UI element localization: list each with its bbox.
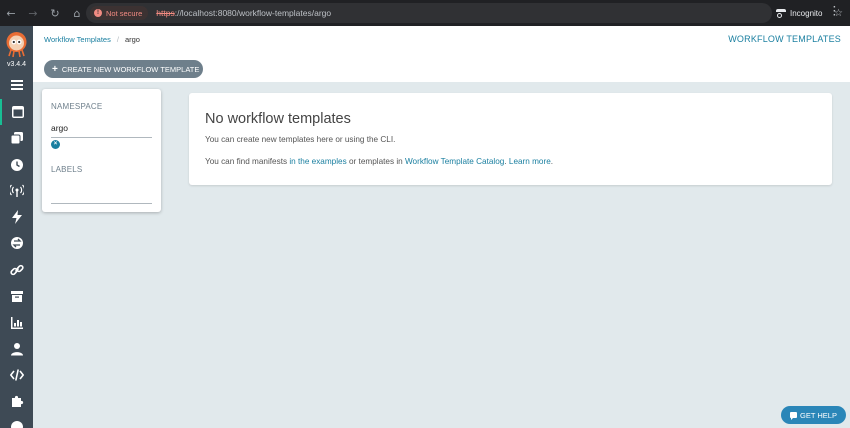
back-button[interactable]: ← xyxy=(0,0,22,26)
nav-webhooks-icon[interactable] xyxy=(0,257,33,283)
nav-archived-workflows-icon[interactable] xyxy=(0,283,33,309)
reload-button[interactable]: ↻ xyxy=(44,0,66,26)
breadcrumb-separator: / xyxy=(116,35,119,44)
argo-logo xyxy=(6,32,27,57)
nav-cluster-workflow-templates-icon[interactable] xyxy=(0,125,33,151)
home-button[interactable]: ⌂ xyxy=(66,0,88,26)
learn-more-link[interactable]: Learn more xyxy=(509,157,551,166)
nav-api-docs-icon[interactable] xyxy=(0,362,33,388)
nav-workflow-templates-icon[interactable] xyxy=(0,99,33,125)
nav-reports-icon[interactable] xyxy=(0,310,33,336)
namespace-input[interactable]: argo xyxy=(51,122,152,138)
page-title: WORKFLOW TEMPLATES xyxy=(728,34,841,44)
incognito-label: Incognito xyxy=(790,8,823,18)
address-bar[interactable]: ! Not secure https://localhost:8080/work… xyxy=(86,3,843,23)
forward-icon: → xyxy=(28,6,38,20)
plus-icon: + xyxy=(52,63,58,75)
browser-menu-icon[interactable]: · · · xyxy=(833,3,836,21)
incognito-indicator[interactable]: Incognito xyxy=(776,5,822,21)
reload-icon: ↻ xyxy=(50,6,60,20)
incognito-icon xyxy=(776,9,786,18)
home-icon: ⌂ xyxy=(73,6,81,20)
clear-namespace-icon[interactable]: × xyxy=(51,140,60,149)
nav-sensors-icon[interactable] xyxy=(0,204,33,230)
namespace-label: NAMESPACE xyxy=(51,102,103,111)
breadcrumb-workflow-templates-link[interactable]: Workflow Templates xyxy=(44,35,111,44)
template-catalog-link[interactable]: Workflow Template Catalog xyxy=(405,157,504,166)
filter-panel: NAMESPACE argo × LABELS xyxy=(42,89,161,212)
url-text[interactable]: https://localhost:8080/workflow-template… xyxy=(156,8,331,18)
security-label: Not secure xyxy=(106,8,143,18)
breadcrumb-current: argo xyxy=(124,35,140,44)
warning-icon: ! xyxy=(94,9,102,17)
labels-input[interactable] xyxy=(51,191,152,204)
get-help-label: GET HELP xyxy=(800,410,837,420)
empty-state-card: No workflow templates You can create new… xyxy=(189,93,832,185)
hamburger-menu-icon[interactable] xyxy=(0,72,33,98)
create-button-label: CREATE NEW WORKFLOW TEMPLATE xyxy=(61,64,200,74)
create-workflow-template-button[interactable]: + CREATE NEW WORKFLOW TEMPLATE xyxy=(44,60,203,78)
nav-event-flow-icon[interactable] xyxy=(0,230,33,256)
nav-event-sources-icon[interactable] xyxy=(0,178,33,204)
nav-user-icon[interactable] xyxy=(0,336,33,362)
empty-state-line1: You can create new templates here or usi… xyxy=(205,135,396,144)
version-label: v3.4.4 xyxy=(6,61,27,68)
empty-state-line2: You can find manifests in the examples o… xyxy=(205,157,554,166)
forward-button[interactable]: → xyxy=(22,0,44,26)
chat-bubble-icon xyxy=(790,412,798,420)
top-bar: Workflow Templates / argo WORKFLOW TEMPL… xyxy=(33,26,850,82)
browser-toolbar: ← → ↻ ⌂ ! Not secure https://localhost:8… xyxy=(0,0,850,26)
nav-cron-workflows-icon[interactable] xyxy=(0,152,33,178)
examples-link[interactable]: in the examples xyxy=(289,157,346,166)
security-chip[interactable]: ! Not secure xyxy=(90,6,149,20)
labels-label: LABELS xyxy=(51,165,83,174)
empty-state-title: No workflow templates xyxy=(205,111,351,127)
nav-help-icon[interactable] xyxy=(0,414,33,428)
back-icon: ← xyxy=(6,6,16,20)
nav-plugins-icon[interactable] xyxy=(0,388,33,414)
sidebar: v3.4.4 xyxy=(0,26,33,428)
get-help-button[interactable]: GET HELP xyxy=(781,406,846,424)
url-protocol: https xyxy=(156,8,175,18)
breadcrumb: Workflow Templates / argo xyxy=(44,35,140,44)
url-path: ://localhost:8080/workflow-templates/arg… xyxy=(174,8,332,18)
